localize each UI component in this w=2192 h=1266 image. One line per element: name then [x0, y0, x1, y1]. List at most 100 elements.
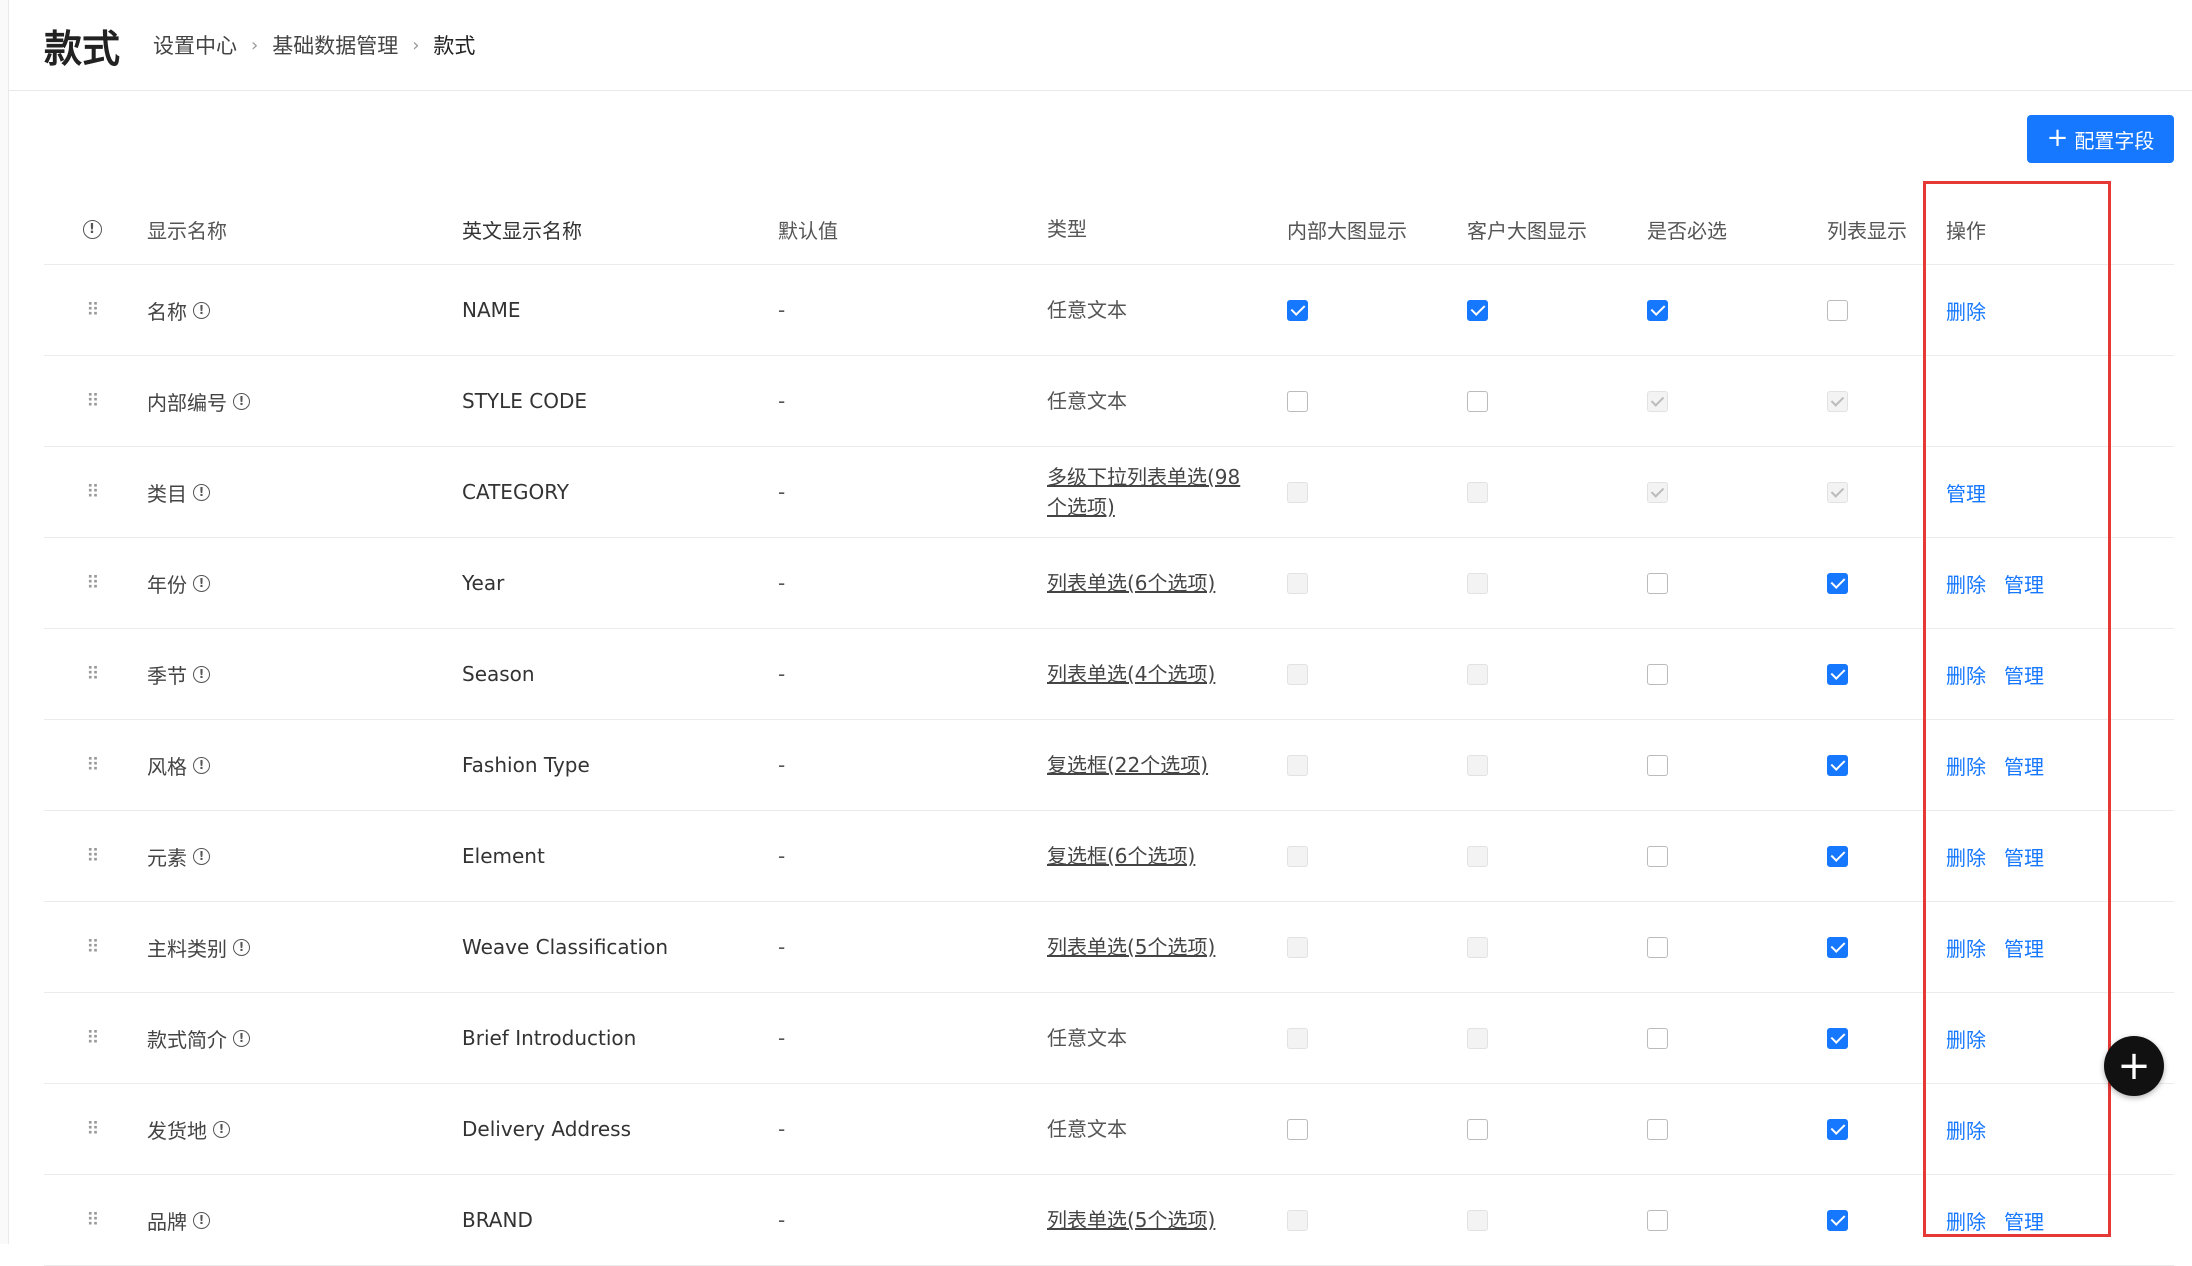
header-required: 是否必选 [1647, 218, 1727, 243]
info-icon[interactable]: ! [193, 483, 210, 501]
type-options-link[interactable]: 列表单选(5个选项) [1047, 932, 1215, 962]
drag-handle[interactable]: ⠿ [44, 902, 140, 992]
manage-link[interactable]: 管理 [2004, 660, 2044, 689]
manage-link[interactable]: 管理 [1946, 478, 1986, 507]
info-icon[interactable]: ! [233, 392, 250, 410]
info-icon[interactable]: ! [193, 1211, 210, 1229]
info-icon[interactable]: ! [213, 1120, 230, 1138]
field-type-cell: 列表单选(5个选项) [1047, 1175, 1257, 1265]
list-display-checkbox[interactable] [1827, 1118, 1848, 1140]
list-display-checkbox[interactable] [1827, 299, 1848, 321]
drag-handle[interactable]: ⠿ [44, 993, 140, 1083]
required-checkbox[interactable] [1647, 299, 1668, 321]
breadcrumb-item-basic-data[interactable]: 基础数据管理 [272, 30, 398, 60]
manage-link[interactable]: 管理 [2004, 751, 2044, 780]
type-options-link[interactable]: 多级下拉列表单选(98个选项) [1047, 462, 1257, 522]
actions-cell: 删除 [1946, 265, 1986, 355]
header-default: 默认值 [778, 218, 838, 243]
required-checkbox[interactable] [1647, 936, 1668, 958]
info-icon[interactable]: ! [193, 301, 210, 319]
info-icon[interactable]: ! [233, 938, 250, 956]
customer-image-checkbox[interactable] [1467, 299, 1488, 321]
type-options-link[interactable]: 列表单选(6个选项) [1047, 568, 1215, 598]
delete-link[interactable]: 删除 [1946, 933, 1986, 962]
field-name: 类目 [147, 481, 187, 506]
customer-image-cell [1467, 265, 1488, 355]
delete-link[interactable]: 删除 [1946, 1115, 1986, 1144]
drag-handle[interactable]: ⠿ [44, 1084, 140, 1174]
required-checkbox[interactable] [1647, 754, 1668, 776]
customer-image-checkbox[interactable] [1467, 390, 1488, 412]
actions-cell: 删除 管理 [1946, 720, 2044, 810]
type-options-link[interactable]: 列表单选(4个选项) [1047, 659, 1215, 689]
list-display-checkbox[interactable] [1827, 572, 1848, 594]
plus-icon: + [2117, 1043, 2151, 1089]
field-default: - [778, 1026, 786, 1050]
list-display-checkbox[interactable] [1827, 754, 1848, 776]
field-name-cell: 名称 ! [147, 265, 210, 355]
delete-link[interactable]: 删除 [1946, 1024, 1986, 1053]
customer-image-cell [1467, 538, 1488, 628]
drag-handle[interactable]: ⠿ [44, 538, 140, 628]
config-fields-button[interactable]: + 配置字段 [2027, 115, 2174, 163]
add-float-button[interactable]: + [2104, 1036, 2164, 1096]
list-display-cell [1827, 720, 1848, 810]
list-display-checkbox[interactable] [1827, 845, 1848, 867]
required-checkbox[interactable] [1647, 1027, 1668, 1049]
manage-link[interactable]: 管理 [2004, 933, 2044, 962]
type-options-link[interactable]: 复选框(22个选项) [1047, 750, 1208, 780]
drag-handle[interactable]: ⠿ [44, 720, 140, 810]
internal-image-checkbox[interactable] [1287, 390, 1308, 412]
table-row: ⠿ 主料类别 ! Weave Classification - 列表单选(5个选… [44, 902, 2174, 993]
drag-handle[interactable]: ⠿ [44, 447, 140, 537]
delete-link[interactable]: 删除 [1946, 842, 1986, 871]
field-name-cell: 年份 ! [147, 538, 210, 628]
customer-image-checkbox [1467, 663, 1488, 685]
drag-handle[interactable]: ⠿ [44, 629, 140, 719]
manage-link[interactable]: 管理 [2004, 569, 2044, 598]
field-en-name: Season [462, 662, 535, 686]
info-icon[interactable]: ! [233, 1029, 250, 1047]
list-display-cell [1827, 993, 1848, 1083]
delete-link[interactable]: 删除 [1946, 660, 1986, 689]
type-options-link[interactable]: 列表单选(5个选项) [1047, 1205, 1215, 1235]
delete-link[interactable]: 删除 [1946, 296, 1986, 325]
manage-link[interactable]: 管理 [2004, 1206, 2044, 1235]
field-name-cell: 内部编号 ! [147, 356, 250, 446]
delete-link[interactable]: 删除 [1946, 569, 1986, 598]
required-checkbox[interactable] [1647, 1118, 1668, 1140]
info-icon[interactable]: ! [193, 847, 210, 865]
internal-image-checkbox[interactable] [1287, 299, 1308, 321]
drag-handle-icon: ⠿ [86, 299, 99, 321]
delete-link[interactable]: 删除 [1946, 1206, 1986, 1235]
delete-link[interactable]: 删除 [1946, 751, 1986, 780]
info-icon[interactable]: ! [193, 574, 210, 592]
list-display-cell [1827, 1084, 1848, 1174]
type-options-link[interactable]: 复选框(6个选项) [1047, 841, 1195, 871]
required-checkbox[interactable] [1647, 845, 1668, 867]
list-display-checkbox[interactable] [1827, 663, 1848, 685]
required-cell [1647, 538, 1668, 628]
drag-handle[interactable]: ⠿ [44, 356, 140, 446]
required-cell [1647, 265, 1668, 355]
table-row: ⠿ 季节 ! Season - 列表单选(4个选项) 删除 管理 [44, 629, 2174, 720]
table-row: ⠿ 风格 ! Fashion Type - 复选框(22个选项) 删除 管理 [44, 720, 2174, 811]
required-checkbox[interactable] [1647, 663, 1668, 685]
manage-link[interactable]: 管理 [2004, 842, 2044, 871]
header-name: 显示名称 [147, 218, 227, 243]
drag-handle[interactable]: ⠿ [44, 811, 140, 901]
drag-handle-icon: ⠿ [86, 936, 99, 958]
list-display-checkbox[interactable] [1827, 1209, 1848, 1231]
info-icon[interactable]: ! [193, 756, 210, 774]
required-checkbox[interactable] [1647, 572, 1668, 594]
breadcrumb-item-settings[interactable]: 设置中心 [153, 30, 237, 60]
required-checkbox[interactable] [1647, 1209, 1668, 1231]
drag-handle[interactable]: ⠿ [44, 1175, 140, 1265]
customer-image-checkbox[interactable] [1467, 1118, 1488, 1140]
list-display-checkbox[interactable] [1827, 1027, 1848, 1049]
info-icon[interactable]: ! [193, 665, 210, 683]
list-display-checkbox[interactable] [1827, 936, 1848, 958]
internal-image-checkbox[interactable] [1287, 1118, 1308, 1140]
drag-handle[interactable]: ⠿ [44, 265, 140, 355]
required-cell [1647, 811, 1668, 901]
